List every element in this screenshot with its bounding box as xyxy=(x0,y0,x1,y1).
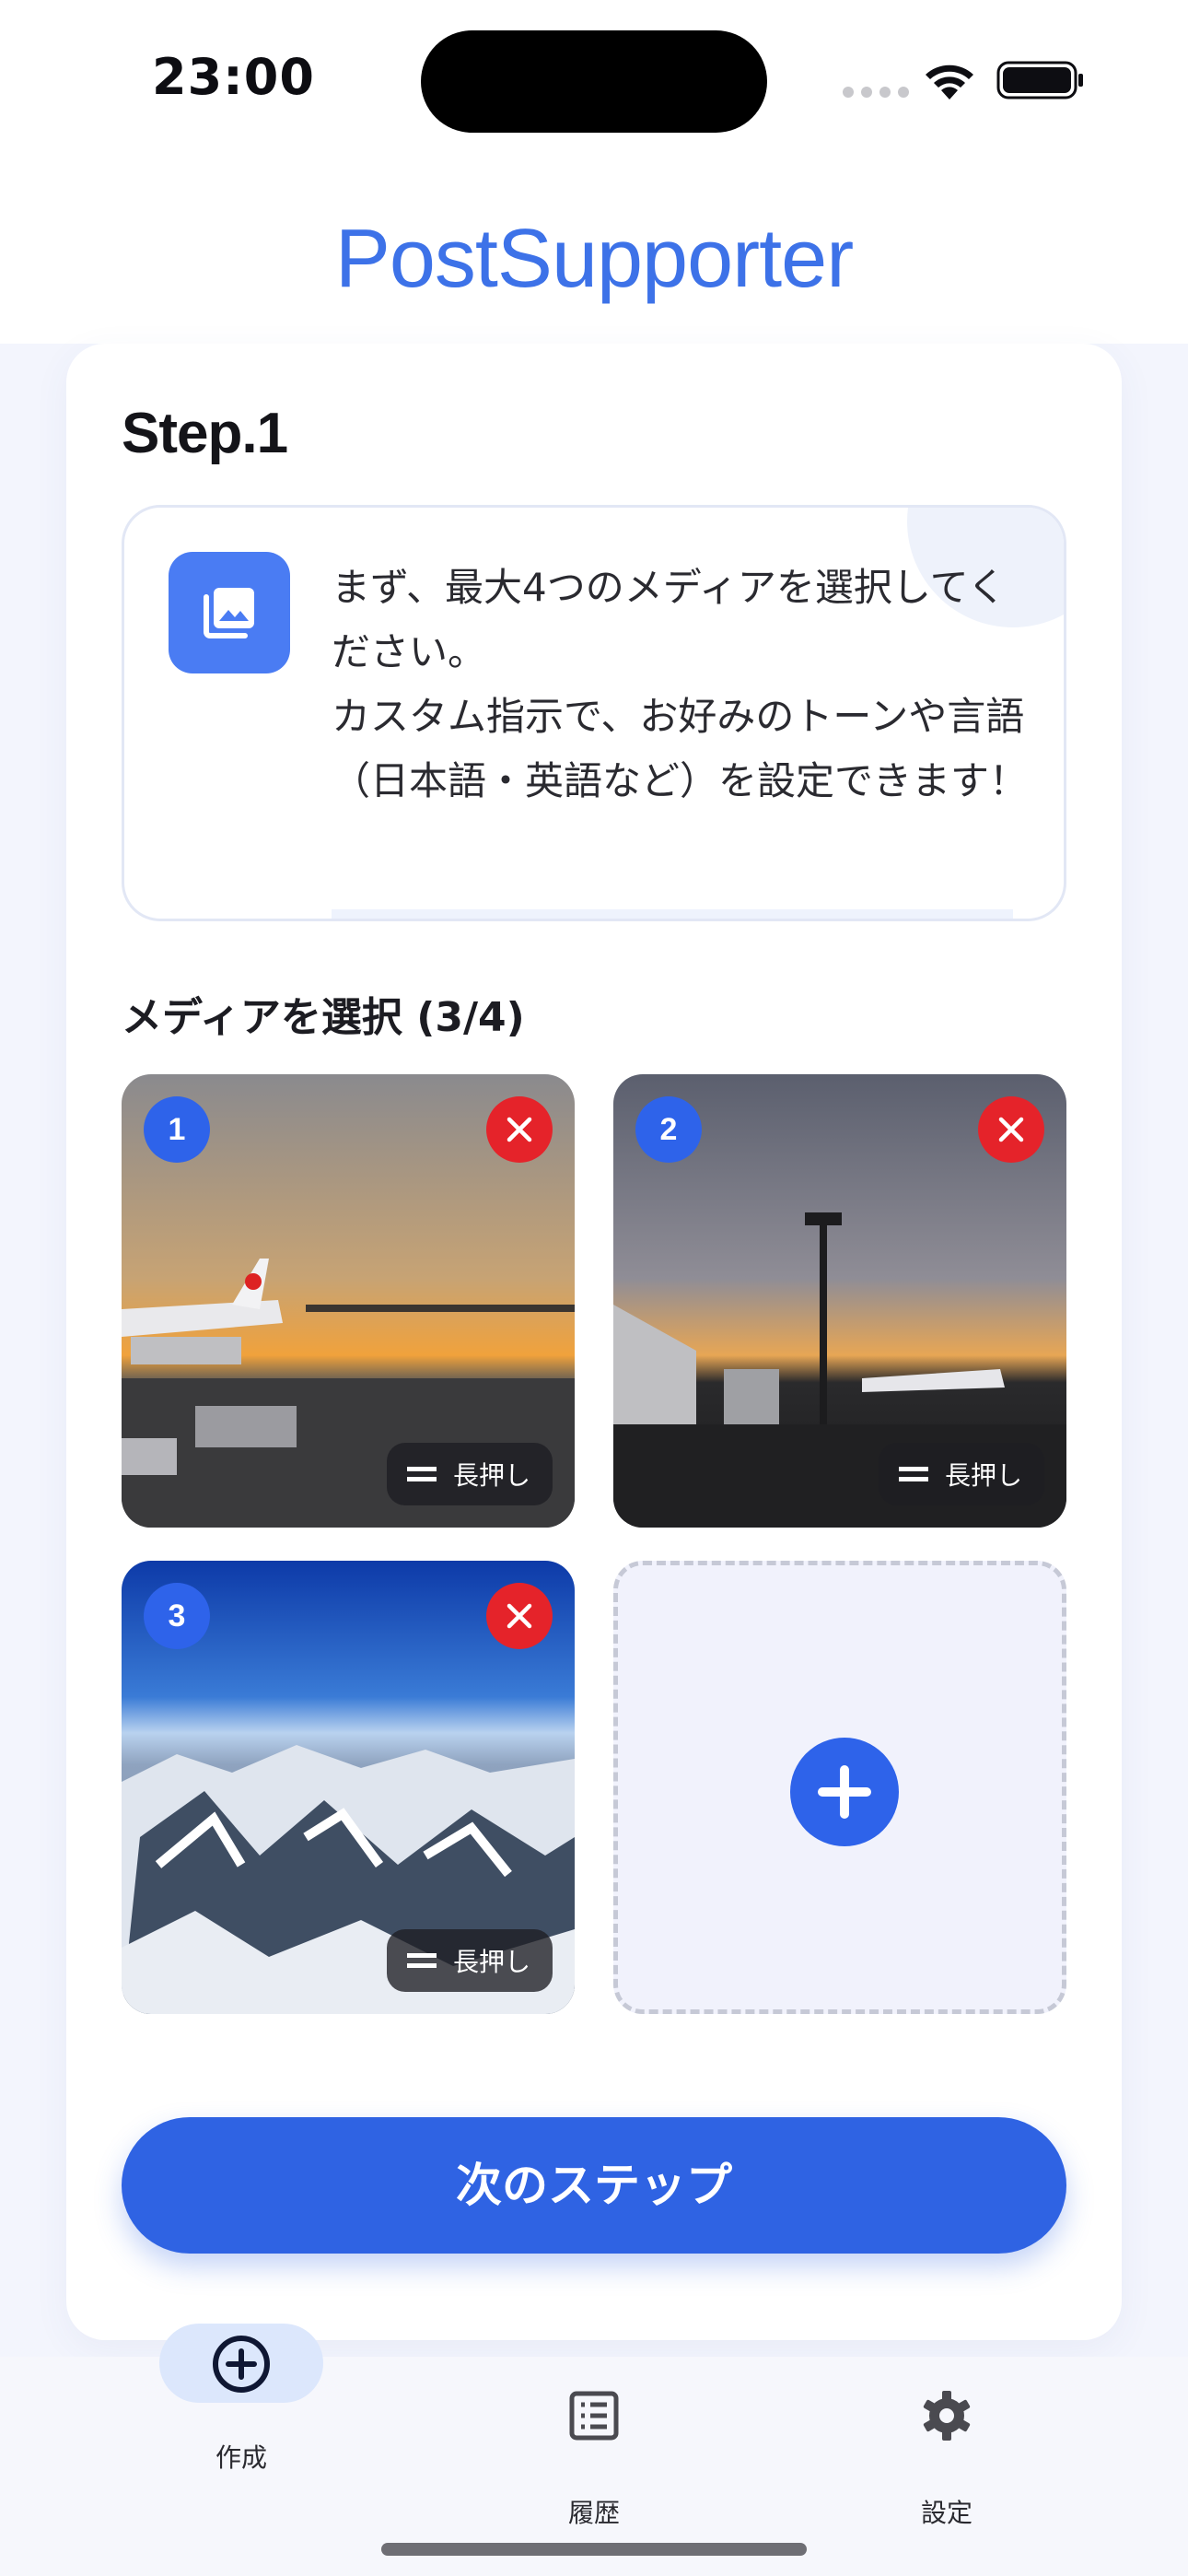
gear-icon xyxy=(923,2391,971,2441)
add-media-button[interactable] xyxy=(613,1561,1066,2014)
plus-icon xyxy=(818,1765,871,1819)
close-icon xyxy=(507,1603,532,1629)
dynamic-island xyxy=(421,30,767,133)
tab-create[interactable]: 作成 xyxy=(103,2324,379,2541)
close-icon xyxy=(998,1117,1024,1142)
remove-media-button[interactable] xyxy=(486,1583,553,1649)
media-grid: 1 長押し 2 長押し 3 長押し xyxy=(122,1074,1066,2014)
drag-handle-icon xyxy=(898,1467,928,1481)
status-bar: 23:00 xyxy=(0,0,1188,157)
app-screen: 23:00 PostSupporter Step.1 まず、最大4つのメディアを… xyxy=(0,0,1188,2576)
order-badge: 3 xyxy=(144,1583,210,1649)
battery-icon xyxy=(996,61,1083,100)
drag-handle-icon xyxy=(406,1953,437,1968)
order-badge: 1 xyxy=(144,1096,210,1163)
list-icon xyxy=(569,2391,619,2441)
drag-handle-label: 長押し xyxy=(452,1460,530,1491)
close-icon xyxy=(507,1117,532,1142)
drag-handle-label: 長押し xyxy=(944,1460,1022,1491)
media-tile[interactable]: 1 長押し xyxy=(122,1074,575,1528)
tab-label: 設定 xyxy=(920,2498,973,2528)
media-tile[interactable]: 3 長押し xyxy=(122,1561,575,2014)
info-text: まず、最大4つのメディアを選択してください。 カスタム指示で、お好みのトーンや言… xyxy=(332,565,1029,803)
drag-handle-icon xyxy=(406,1467,437,1481)
drag-handle[interactable]: 長押し xyxy=(386,1443,553,1505)
drag-handle-label: 長押し xyxy=(452,1947,530,1977)
decorative-underline xyxy=(332,909,1013,919)
media-count-label: メディアを選択 (3/4) xyxy=(122,994,525,1041)
plus-circle-icon xyxy=(213,2336,270,2393)
wifi-icon xyxy=(926,64,973,100)
tab-label: 作成 xyxy=(215,2442,267,2473)
remove-media-button[interactable] xyxy=(486,1096,553,1163)
photo-library-icon xyxy=(169,552,290,673)
step-title: Step.1 xyxy=(122,402,288,465)
add-circle xyxy=(790,1738,899,1846)
step-card: Step.1 まず、最大4つのメディアを選択してください。 カスタム指示で、お好… xyxy=(66,344,1122,2340)
status-time: 23:00 xyxy=(152,48,315,106)
tab-label: 履歴 xyxy=(567,2498,620,2528)
info-box: まず、最大4つのメディアを選択してください。 カスタム指示で、お好みのトーンや言… xyxy=(122,505,1066,921)
home-indicator xyxy=(381,2543,807,2556)
tab-active-indicator xyxy=(159,2324,323,2403)
app-header: PostSupporter xyxy=(0,157,1188,344)
next-step-button[interactable]: 次のステップ xyxy=(122,2117,1066,2254)
tab-settings[interactable]: 設定 xyxy=(809,2357,1085,2541)
tab-history[interactable]: 履歴 xyxy=(456,2357,732,2541)
app-title: PostSupporter xyxy=(334,213,854,305)
cellular-signal-icon xyxy=(843,87,909,98)
order-badge: 2 xyxy=(635,1096,702,1163)
remove-media-button[interactable] xyxy=(978,1096,1044,1163)
drag-handle[interactable]: 長押し xyxy=(878,1443,1044,1505)
media-tile[interactable]: 2 長押し xyxy=(613,1074,1066,1528)
drag-handle[interactable]: 長押し xyxy=(386,1929,553,1992)
